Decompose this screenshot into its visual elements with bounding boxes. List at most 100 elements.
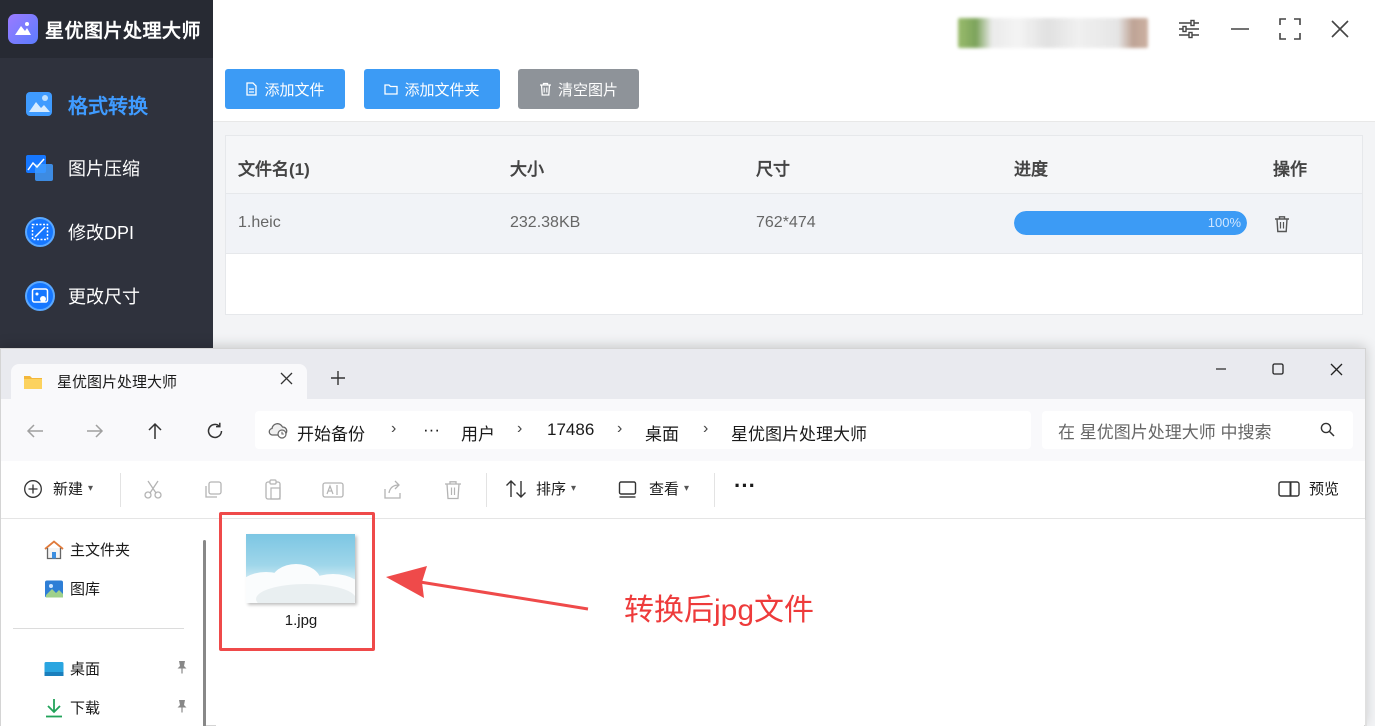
column-header-filename: 文件名(1) [238,160,310,179]
sort-label: 排序 [536,481,567,498]
nav-item-change-size[interactable]: 更改尺寸 [0,265,213,327]
explorer-tab-title: 星优图片处理大师 [57,374,178,391]
pin-icon[interactable] [176,660,188,679]
search-placeholder: 在 星优图片处理大师 中搜索 [1058,422,1272,442]
close-icon[interactable] [1325,14,1355,44]
preview-button[interactable]: 预览 [1278,478,1339,499]
new-button[interactable]: 新建 ▾ [23,478,93,499]
user-avatar[interactable] [958,18,1148,48]
breadcrumb-desktop[interactable]: 桌面 [645,420,679,445]
cell-dimensions: 762*474 [756,214,816,231]
refresh-icon[interactable] [203,419,227,443]
breadcrumb-user-folder[interactable]: 17486 [547,420,594,440]
chevron-right-icon: › [391,420,397,437]
column-header-progress: 进度 [1014,160,1048,179]
home-icon [44,539,64,559]
annotation-text: 转换后jpg文件 [624,594,815,627]
chevron-right-icon: › [517,420,523,437]
divider [714,473,715,507]
delete-row-icon[interactable] [1274,215,1290,238]
nav-item-label: 主文件夹 [70,542,131,559]
title-bar [213,0,1375,58]
app-title: 星优图片处理大师 [45,20,202,42]
view-label: 查看 [649,481,680,498]
cell-size: 232.38KB [510,214,581,231]
image-convert-icon [25,89,55,119]
preview-label: 预览 [1309,481,1340,498]
highlight-box [219,512,375,651]
content-scrollbar[interactable] [1365,520,1367,726]
table-header: 文件名(1) 大小 尺寸 进度 操作 [226,136,1362,194]
toolbar: 添加文件 添加文件夹 清空图片 [213,58,1375,122]
progress-text: 100% [1207,215,1241,230]
chevron-down-icon: ▾ [684,483,690,494]
folder-icon [384,84,399,95]
table-row[interactable]: 1.heic 232.38KB 762*474 100% [226,194,1362,254]
view-button[interactable]: 查看 ▾ [618,478,689,499]
address-bar[interactable]: 开始备份 › ··· 用户 › 17486 › 桌面 › 星优图片处理大师 [255,411,1031,449]
breadcrumb-current-folder[interactable]: 星优图片处理大师 [731,420,867,445]
pin-icon[interactable] [176,699,188,718]
minimize-icon[interactable] [1225,14,1255,44]
add-folder-button[interactable]: 添加文件夹 [364,69,500,109]
rename-icon[interactable] [322,479,344,501]
add-file-button[interactable]: 添加文件 [225,69,345,109]
preview-pane-icon [1278,480,1300,497]
view-icon [618,480,637,498]
nav-item-label: 图库 [70,581,101,598]
more-options-button[interactable]: ··· [734,473,756,499]
command-bar: 新建 ▾ 排序 ▾ 查看 ▾ ··· 预览 [1,461,1365,519]
settings-sliders-icon[interactable] [1174,14,1204,44]
paste-icon[interactable] [262,479,284,501]
navigation-pane: 主文件夹 图库 桌面 下载 [1,520,206,726]
nav-pane-scrollbar[interactable] [203,540,206,726]
nav-item-image-compress[interactable]: 图片压缩 [0,137,213,199]
nav-item-downloads[interactable]: 下载 [43,697,100,718]
delete-icon[interactable] [442,479,464,501]
breadcrumb-ellipsis[interactable]: ··· [423,420,440,440]
annotation-arrow-icon [386,566,589,611]
divider [120,473,121,507]
cloud-backup-icon [267,420,289,445]
share-icon[interactable] [382,479,404,501]
add-folder-label: 添加文件夹 [404,81,480,99]
back-icon[interactable] [23,419,47,443]
maximize-icon[interactable] [1275,14,1305,44]
divider [13,628,184,629]
trash-icon [539,82,551,96]
explorer-close-icon[interactable] [1324,359,1348,379]
nav-item-gallery[interactable]: 图库 [43,578,100,599]
nav-item-modify-dpi[interactable]: 修改DPI [0,201,213,263]
add-file-label: 添加文件 [264,81,325,99]
explorer-minimize-icon[interactable] [1209,359,1233,379]
sort-button[interactable]: 排序 ▾ [505,478,576,499]
search-input[interactable]: 在 星优图片处理大师 中搜索 [1042,411,1353,449]
sort-icon [506,479,526,498]
close-tab-icon[interactable] [280,372,293,389]
column-header-dimensions: 尺寸 [756,160,790,179]
desktop-icon [44,661,64,676]
search-icon[interactable] [1320,422,1335,442]
breadcrumb-users[interactable]: 用户 [461,420,495,445]
explorer-maximize-icon[interactable] [1266,359,1290,379]
download-icon [46,698,62,717]
new-tab-icon[interactable] [331,371,345,390]
explorer-tab[interactable]: 星优图片处理大师 [11,364,307,399]
forward-icon[interactable] [83,419,107,443]
nav-item-desktop[interactable]: 桌面 [43,658,100,679]
clear-images-button[interactable]: 清空图片 [518,69,639,109]
nav-item-label: 桌面 [70,661,101,678]
app-logo-icon [8,14,38,44]
up-icon[interactable] [143,419,167,443]
breadcrumb-backup[interactable]: 开始备份 [297,420,365,445]
nav-item-format-convert[interactable]: 格式转换 [0,73,213,135]
resize-icon [25,281,55,311]
nav-item-label: 修改DPI [68,223,135,243]
file-icon [246,82,258,96]
copy-icon[interactable] [202,479,224,501]
gallery-icon [45,580,63,597]
cut-icon[interactable] [142,479,164,501]
file-table: 文件名(1) 大小 尺寸 进度 操作 1.heic 232.38KB 762*4… [225,135,1363,315]
chevron-down-icon: ▾ [88,483,94,494]
nav-item-home[interactable]: 主文件夹 [43,539,130,560]
